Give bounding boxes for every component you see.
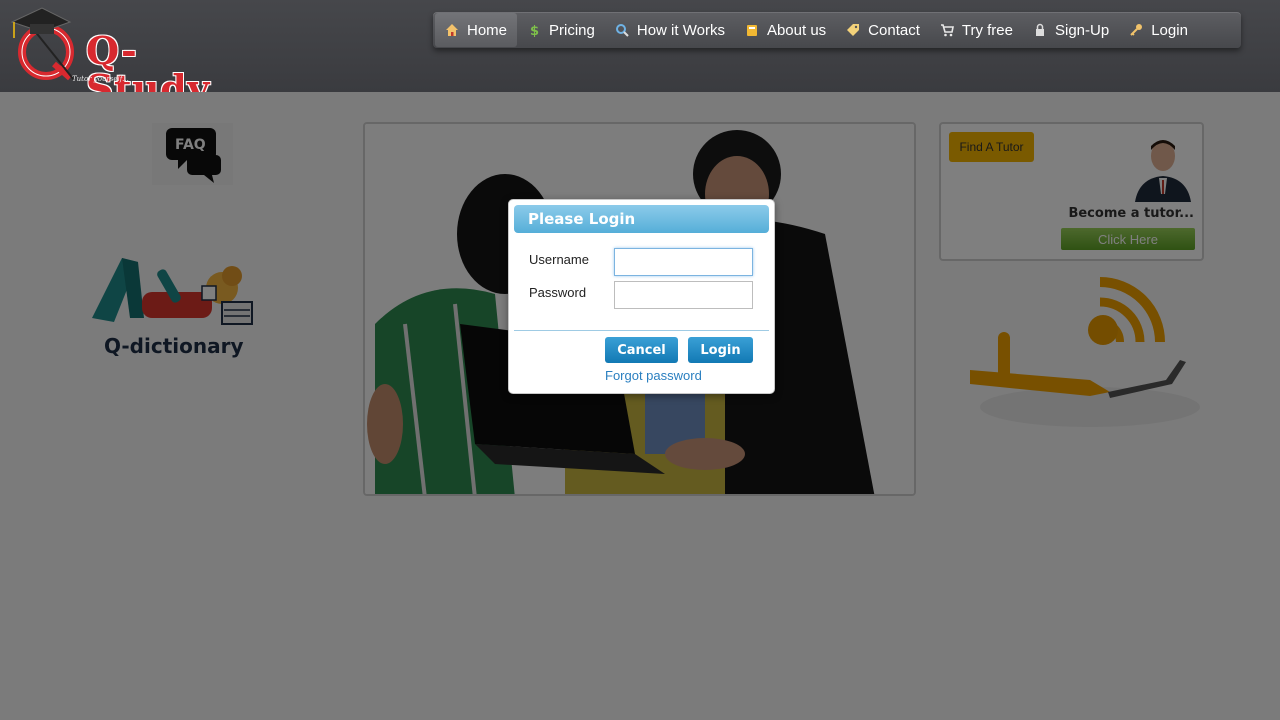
login-dialog-title: Please Login xyxy=(514,205,769,233)
lock-icon xyxy=(1033,23,1047,37)
site-header: Q-Study Tutor yourself... Home $ Pricing… xyxy=(0,0,1280,108)
dollar-icon: $ xyxy=(527,23,541,39)
book-icon xyxy=(745,23,759,37)
nav-how-it-works[interactable]: How it Works xyxy=(605,13,735,47)
tag-icon xyxy=(846,23,860,37)
home-icon xyxy=(445,23,459,37)
nav-home-label: Home xyxy=(467,21,508,39)
svg-text:$: $ xyxy=(530,24,539,37)
main-nav: Home $ Pricing How it Works About us Con… xyxy=(433,12,1241,48)
forgot-password-link[interactable]: Forgot password xyxy=(605,368,702,383)
nav-about-us[interactable]: About us xyxy=(735,13,836,47)
nav-login-label: Login xyxy=(1151,21,1188,39)
modal-overlay[interactable] xyxy=(0,92,1280,720)
nav-contact-label: Contact xyxy=(868,21,920,39)
nav-how-it-works-label: How it Works xyxy=(636,21,725,39)
cart-icon xyxy=(940,23,954,37)
nav-sign-up-label: Sign-Up xyxy=(1055,21,1110,39)
site-logo[interactable]: Q-Study Tutor yourself... xyxy=(4,2,209,108)
username-label: Username xyxy=(529,252,589,267)
nav-contact[interactable]: Contact xyxy=(836,13,930,47)
search-icon xyxy=(615,23,629,37)
password-input[interactable] xyxy=(614,281,753,309)
nav-login[interactable]: Login xyxy=(1119,13,1198,47)
dialog-divider xyxy=(514,330,769,331)
nav-about-us-label: About us xyxy=(766,21,827,39)
username-input[interactable] xyxy=(614,248,753,276)
nav-pricing-label: Pricing xyxy=(549,21,595,39)
nav-home[interactable]: Home xyxy=(435,13,518,47)
password-label: Password xyxy=(529,285,587,300)
brand-tagline: Tutor yourself... xyxy=(72,75,129,83)
nav-pricing[interactable]: $ Pricing xyxy=(517,13,605,47)
cancel-button[interactable]: Cancel xyxy=(605,337,678,363)
nav-try-free[interactable]: Try free xyxy=(930,13,1023,47)
key-icon xyxy=(1129,23,1143,37)
login-button[interactable]: Login xyxy=(688,337,753,363)
login-dialog: Please Login Username Password Cancel Lo… xyxy=(508,199,775,394)
nav-try-free-label: Try free xyxy=(961,21,1013,39)
nav-sign-up[interactable]: Sign-Up xyxy=(1023,13,1119,47)
